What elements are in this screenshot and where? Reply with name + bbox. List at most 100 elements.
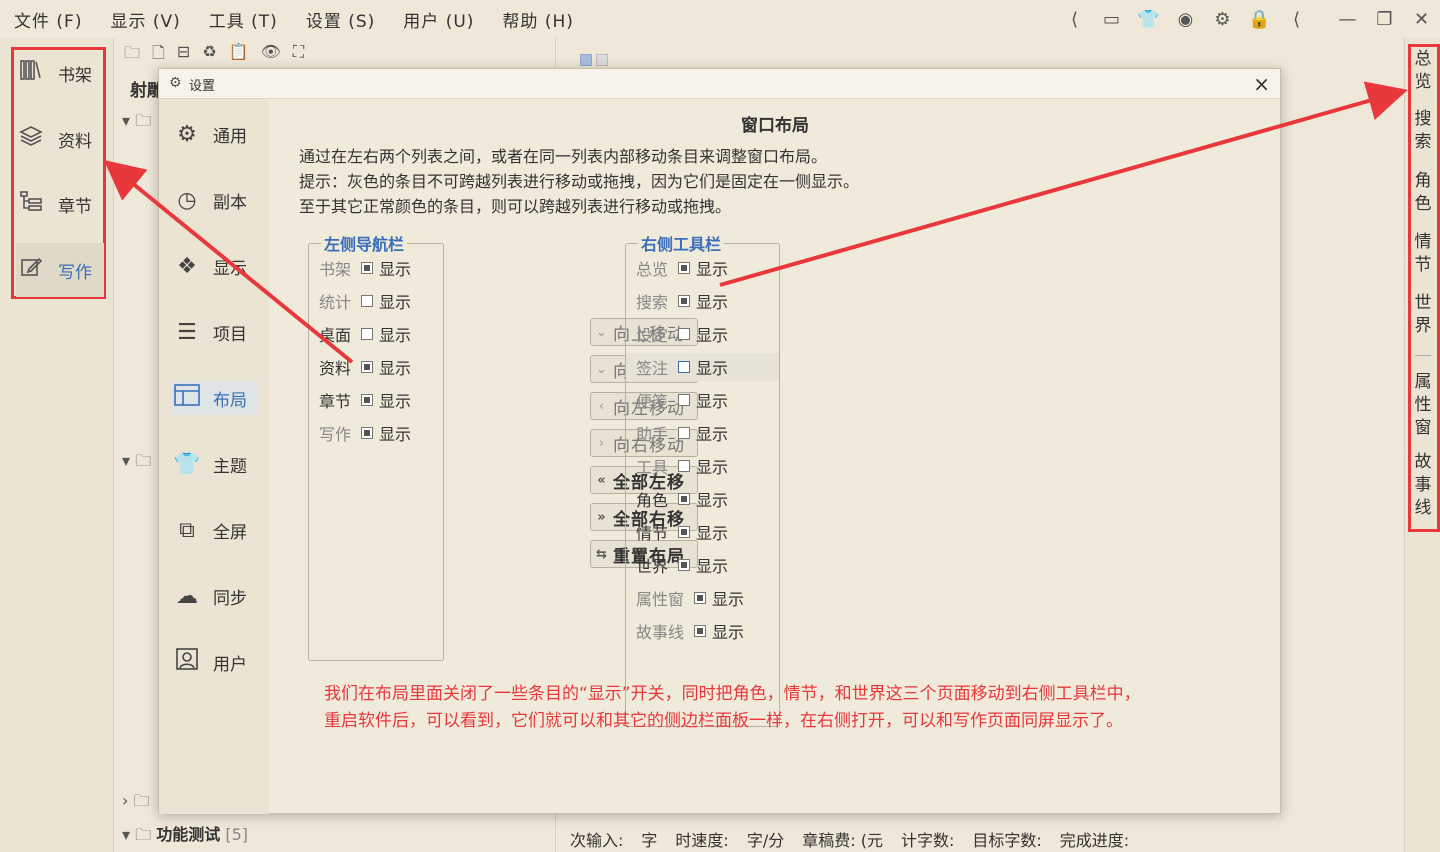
nav-fullscreen[interactable]: ⧉ 全屏	[171, 513, 257, 547]
tree-root[interactable]: ▾ 🗀 功能测试 [5]	[122, 821, 248, 851]
show-label: 显示	[379, 359, 412, 378]
close-button[interactable]: ✕	[1403, 9, 1440, 30]
menu-file[interactable]: 文件 (F)	[14, 7, 82, 32]
gear-icon[interactable]: ⚙	[1204, 9, 1241, 30]
collapse-left-icon[interactable]: ⟨	[1056, 9, 1093, 30]
right-tool-characters[interactable]: 角色	[1414, 170, 1432, 216]
nav-project[interactable]: ☰ 项目	[171, 315, 257, 349]
sidebar-item-label: 资料	[58, 131, 92, 152]
list-item[interactable]: 属性窗 显示	[636, 584, 744, 612]
right-tool-storyline[interactable]: 故事线	[1414, 451, 1432, 520]
item-name: 情节	[636, 524, 669, 543]
menu-view[interactable]: 显示 (V)	[110, 7, 180, 32]
item-name: 世界	[636, 557, 669, 576]
show-checkbox[interactable]	[361, 427, 374, 439]
folder-add-icon[interactable]: 🗀	[124, 42, 140, 69]
nav-sync[interactable]: ☁ 同步	[171, 579, 257, 613]
list-item[interactable]: 统计 显示	[319, 287, 411, 315]
show-label: 显示	[696, 293, 729, 312]
list-item[interactable]: 书架 显示	[319, 254, 411, 282]
editor-tabs[interactable]	[580, 54, 608, 66]
right-tool-plot[interactable]: 情节	[1414, 231, 1432, 277]
show-checkbox[interactable]	[678, 559, 691, 571]
nav-theme[interactable]: 👕 主题	[171, 447, 257, 481]
show-checkbox[interactable]	[678, 361, 691, 373]
list-item[interactable]: 总览 显示	[636, 254, 728, 282]
list-item[interactable]: 桌面 显示	[319, 320, 411, 348]
show-checkbox[interactable]	[678, 295, 691, 307]
show-checkbox[interactable]	[678, 526, 691, 538]
tree-row[interactable]: › 🗀	[122, 790, 150, 817]
nav-layout[interactable]: 布局	[171, 381, 257, 415]
show-checkbox[interactable]	[361, 295, 374, 307]
sidebar-item-writing[interactable]: 写作	[16, 243, 104, 297]
show-checkbox[interactable]	[678, 394, 691, 406]
show-checkbox[interactable]	[694, 592, 707, 604]
list-item[interactable]: 工具 显示	[636, 452, 728, 480]
show-checkbox[interactable]	[678, 427, 691, 439]
chevron-down-icon: ⌄	[596, 361, 608, 377]
nav-user[interactable]: 用户	[171, 645, 257, 679]
tree-row[interactable]: ▾ 🗀	[122, 110, 151, 137]
sidebar-item-chapters[interactable]: 章节	[16, 177, 104, 231]
nav-backup[interactable]: ◷ 副本	[171, 183, 257, 217]
list-item[interactable]: 世界 显示	[636, 551, 728, 579]
list-item-selected[interactable]: 签注 显示	[626, 353, 779, 381]
item-name: 故事线	[636, 623, 685, 642]
lock-icon[interactable]: 🔒	[1241, 9, 1278, 30]
list-item[interactable]: 写作 显示	[319, 419, 411, 447]
menu-help[interactable]: 帮助 (H)	[502, 7, 573, 32]
list-item[interactable]: 资料 显示	[319, 353, 411, 381]
tshirt-icon[interactable]: 👕	[1130, 9, 1167, 30]
list-item[interactable]: 设定 显示	[636, 320, 728, 348]
right-toolbar-list[interactable]: 右侧工具栏 总览 显示 搜索 显示 设定 显示 签注 显示 便笺 显示 助手 显示 工具 显示…	[625, 231, 780, 727]
left-sidebar: 书架 资料 章节 写作	[0, 38, 114, 852]
minimize-button[interactable]: —	[1329, 9, 1366, 30]
remove-icon[interactable]: ⊟	[177, 42, 190, 69]
show-checkbox[interactable]	[694, 625, 707, 637]
list-item[interactable]: 搜索 显示	[636, 287, 728, 315]
show-checkbox[interactable]	[678, 493, 691, 505]
panel-toggle-icon[interactable]: ▭	[1093, 9, 1130, 30]
list-item[interactable]: 章节 显示	[319, 386, 411, 414]
show-checkbox[interactable]	[678, 460, 691, 472]
show-checkbox[interactable]	[361, 394, 374, 406]
right-tool-search[interactable]: 搜索	[1414, 108, 1432, 154]
menu-settings[interactable]: 设置 (S)	[306, 7, 375, 32]
collapse-icon[interactable]: ⟨	[1278, 9, 1315, 30]
sidebar-item-materials[interactable]: 资料	[16, 112, 104, 166]
list-item[interactable]: 情节 显示	[636, 518, 728, 546]
maximize-button[interactable]: ❐	[1366, 9, 1403, 30]
structure-icon[interactable]: ⛶	[293, 42, 304, 69]
dialog-close-button[interactable]: ×	[1253, 72, 1270, 96]
nav-general[interactable]: ⚙ 通用	[171, 117, 257, 151]
show-label: 显示	[379, 293, 412, 312]
list-item[interactable]: 便笺 显示	[636, 386, 728, 414]
list-item[interactable]: 角色 显示	[636, 485, 728, 513]
recycle-icon[interactable]: ♻	[202, 42, 216, 69]
status-target: 目标字数:	[972, 831, 1042, 850]
nav-display[interactable]: ❖ 显示	[171, 249, 257, 283]
list-item[interactable]: 故事线 显示	[636, 617, 744, 645]
menu-user[interactable]: 用户 (U)	[403, 7, 474, 32]
show-checkbox[interactable]	[361, 328, 374, 340]
show-label: 显示	[696, 425, 729, 444]
list-item[interactable]: 助手 显示	[636, 419, 728, 447]
chevron-right-icon: ›	[598, 435, 606, 451]
show-checkbox[interactable]	[361, 361, 374, 373]
right-tool-overview[interactable]: 总览	[1414, 48, 1432, 94]
show-label: 显示	[379, 392, 412, 411]
file-add-icon[interactable]: 🗋	[152, 42, 165, 69]
right-tool-properties[interactable]: 属性窗	[1414, 371, 1432, 440]
tree-row[interactable]: ▾ 🗀	[122, 450, 151, 477]
menu-tools[interactable]: 工具 (T)	[209, 7, 278, 32]
show-checkbox[interactable]	[678, 262, 691, 274]
user-circle-icon[interactable]: ◉	[1167, 9, 1204, 30]
clipboard-icon[interactable]: 📋	[229, 42, 249, 69]
left-nav-list[interactable]: 左侧导航栏 书架 显示 统计 显示 桌面 显示 资料 显示 章节 显示 写作 显示	[308, 231, 444, 661]
sidebar-item-bookshelf[interactable]: 书架	[16, 46, 104, 100]
right-tool-world[interactable]: 世界	[1414, 292, 1432, 338]
show-checkbox[interactable]	[678, 328, 691, 340]
eye-icon[interactable]: 👁	[261, 42, 281, 69]
show-checkbox[interactable]	[361, 262, 374, 274]
